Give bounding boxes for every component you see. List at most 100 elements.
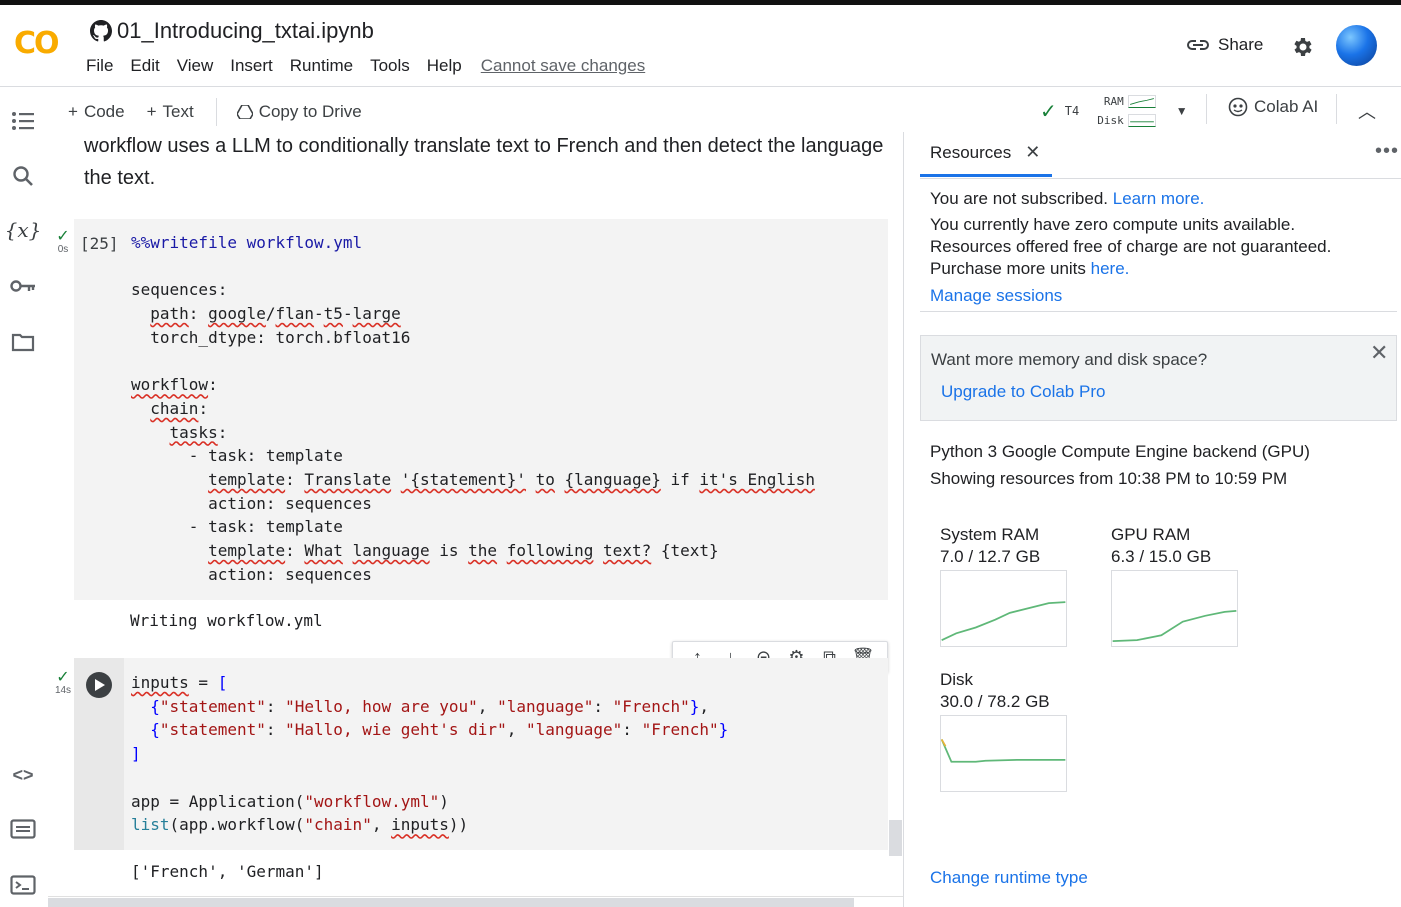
notebook-bottom-divider (48, 896, 903, 897)
toolbar-divider (215, 98, 217, 126)
ram-meter (1127, 95, 1156, 108)
save-warning-link[interactable]: Cannot save changes (481, 56, 645, 76)
add-text-label: Text (162, 102, 194, 121)
vertical-scrollbar[interactable] (889, 820, 902, 856)
disk-meter (1127, 114, 1156, 127)
success-check-icon: ✓ (56, 669, 70, 686)
change-runtime-link[interactable]: Change runtime type (930, 868, 1088, 888)
variables-icon[interactable]: {x} (5, 217, 42, 243)
code-line: {"statement": "Hello, how are you", "lan… (150, 696, 709, 716)
code-line: template: Translate '{statement}' to {la… (208, 470, 815, 490)
menu-view[interactable]: View (177, 56, 214, 76)
ram-label: RAM (1103, 95, 1124, 108)
upgrade-promo-box (920, 335, 1397, 421)
close-tab-icon[interactable]: ✕ (1025, 142, 1040, 163)
code-line: sequences: (131, 280, 228, 300)
cell1-exec-count: [25] (80, 234, 119, 253)
manage-sessions-link[interactable]: Manage sessions (930, 285, 1062, 307)
table-of-contents-icon[interactable] (10, 108, 36, 134)
add-text-button[interactable]: + Text (147, 102, 194, 122)
learn-more-link[interactable]: Learn more. (1113, 189, 1205, 208)
menu-insert[interactable]: Insert (230, 56, 273, 76)
runtime-status[interactable]: ✓ T4 RAM Disk ▼ (1040, 92, 1188, 130)
code-line: tasks: (169, 422, 228, 442)
subscription-line: You are not subscribed. Learn more. (930, 188, 1204, 210)
ram-disk-meters (1127, 95, 1156, 127)
horizontal-scrollbar[interactable] (48, 898, 854, 907)
gauge-value: 6.3 / 15.0 GB (1111, 547, 1212, 566)
not-subscribed-text: You are not subscribed. (930, 189, 1108, 208)
gpu-ram-sparkline (1111, 570, 1238, 647)
command-palette-icon[interactable] (10, 816, 36, 842)
code-line: torch_dtype: torch.bfloat16 (131, 327, 411, 347)
drive-icon (236, 105, 253, 119)
system-ram-gauge: System RAM 7.0 / 12.7 GB (940, 524, 1067, 652)
cell2-status: ✓ 14s (52, 669, 74, 697)
gauge-value: 7.0 / 12.7 GB (940, 547, 1041, 566)
gauge-value: 30.0 / 78.2 GB (940, 692, 1050, 711)
notebook-title[interactable]: 01_Introducing_txtai.ipynb (117, 18, 374, 44)
menu-edit[interactable]: Edit (130, 56, 159, 76)
code-line: template: What language is the following… (208, 541, 719, 561)
connected-check-icon: ✓ (1040, 100, 1057, 123)
panel-divider[interactable] (903, 132, 904, 907)
cell1-output: Writing workflow.yml (130, 611, 323, 630)
copy-to-drive-button[interactable]: Copy to Drive (236, 102, 362, 122)
backend-text: Python 3 Google Compute Engine backend (… (930, 442, 1310, 461)
purchase-here-link[interactable]: here. (1091, 259, 1130, 278)
compute-units-text: You currently have zero compute units av… (930, 215, 1296, 234)
colab-logo[interactable]: CO (14, 26, 60, 61)
menu-file[interactable]: File (86, 56, 113, 76)
menu-help[interactable]: Help (427, 56, 462, 76)
collapse-header-icon[interactable]: ︿ (1358, 98, 1376, 124)
disk-gauge: Disk 30.0 / 78.2 GB (940, 669, 1067, 797)
logo-mark: CO (14, 26, 60, 61)
code-line: - task: template (131, 446, 343, 466)
cell1-status: ✓ 0s (52, 229, 74, 256)
play-icon (95, 679, 105, 691)
github-icon (90, 20, 112, 42)
runtime-dropdown-icon[interactable]: ▼ (1176, 104, 1188, 118)
cell1-code[interactable]: %%writefile workflow.yml sequences: path… (131, 231, 815, 587)
share-button[interactable]: Share (1186, 35, 1263, 55)
add-code-button[interactable]: + Code (68, 102, 125, 122)
terminal-icon[interactable] (10, 872, 36, 898)
copy-to-drive-label: Copy to Drive (258, 102, 362, 121)
code-line: action: sequences (131, 493, 372, 513)
promo-title: Want more memory and disk space? (931, 350, 1208, 369)
settings-gear-icon[interactable] (1290, 35, 1314, 59)
resources-tab-label: Resources (930, 142, 1012, 162)
code-line: ] (131, 744, 141, 764)
secrets-key-icon[interactable] (10, 273, 36, 299)
search-icon[interactable] (10, 163, 36, 189)
code-line: inputs = [ (131, 673, 228, 692)
gauge-title: GPU RAM (1111, 525, 1191, 544)
code-snippets-icon[interactable]: <> (10, 762, 36, 788)
toolbar-divider (1206, 94, 1207, 124)
cell2-time: 14s (54, 685, 72, 696)
upgrade-pro-link[interactable]: Upgrade to Colab Pro (941, 382, 1105, 402)
resources-tab[interactable]: Resources ✕ (930, 142, 1040, 163)
active-tab-indicator (920, 174, 1052, 177)
user-avatar[interactable] (1336, 25, 1377, 66)
colab-ai-label: Colab AI (1254, 97, 1319, 116)
code-line: list(app.workflow("chain", inputs)) (131, 815, 469, 835)
colab-ai-button[interactable]: Colab AI (1228, 97, 1318, 117)
more-options-icon[interactable]: ••• (1375, 140, 1399, 163)
menu-runtime[interactable]: Runtime (290, 56, 353, 76)
code-line: - task: template (131, 517, 343, 537)
cell2-output: ['French', 'German'] (131, 862, 324, 881)
code-line: %%writefile workflow.yml (131, 233, 363, 252)
code-line: action: sequences (131, 564, 372, 584)
files-folder-icon[interactable] (10, 329, 36, 355)
markdown-intro-text: workflow uses a LLM to conditionally tra… (84, 135, 884, 189)
add-code-label: Code (83, 102, 125, 121)
close-promo-icon[interactable]: ✕ (1370, 340, 1388, 366)
cell2-code[interactable]: inputs = [ {"statement": "Hello, how are… (131, 671, 728, 837)
run-cell-button[interactable] (86, 672, 112, 698)
gauge-title: System RAM (940, 525, 1040, 544)
menu-tools[interactable]: Tools (370, 56, 410, 76)
